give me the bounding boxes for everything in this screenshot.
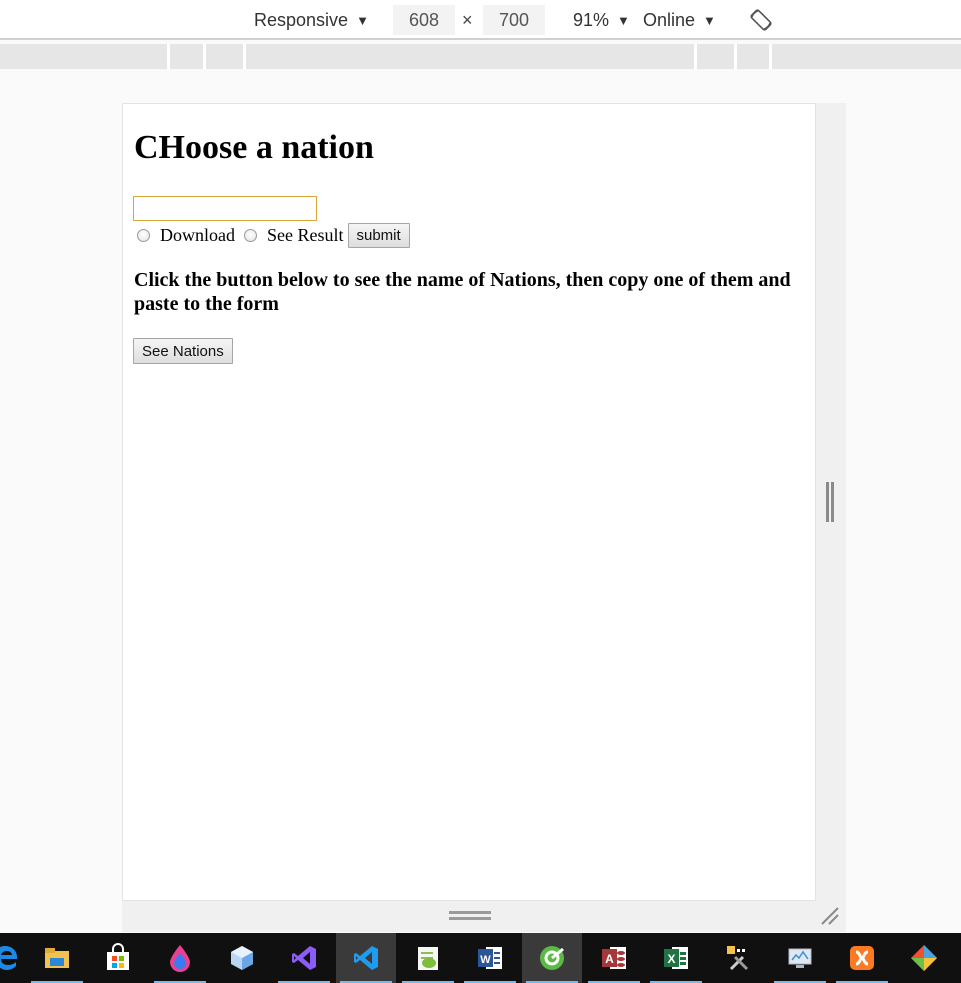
word-icon: W — [478, 947, 502, 969]
throttle-label: Online — [643, 9, 696, 30]
taskbar-app-git[interactable] — [894, 933, 954, 983]
taskbar-app-vscode[interactable] — [336, 933, 396, 983]
page-title: CHoose a nation — [134, 129, 374, 166]
svg-text:A: A — [605, 952, 614, 966]
viewport-width-input[interactable] — [393, 5, 455, 35]
mode-radio-group: Download See Result submit — [137, 222, 410, 248]
taskbar-app-notepad-plus-plus[interactable] — [398, 933, 458, 983]
see-result-radio-label[interactable]: See Result — [267, 225, 344, 246]
taskbar-app-remote-desktop[interactable] — [770, 933, 830, 983]
taskbar-app-tools[interactable] — [708, 933, 768, 983]
tools-icon — [727, 946, 749, 971]
chevron-down-icon: ▼ — [356, 12, 369, 28]
zoom-label: 91% — [573, 9, 610, 30]
chevron-down-icon: ▼ — [703, 12, 716, 28]
see-nations-button[interactable]: See Nations — [133, 338, 233, 364]
throttle-dropdown[interactable]: Online ▼ — [643, 0, 716, 40]
svg-text:X: X — [667, 952, 675, 966]
taskbar-app-browser[interactable] — [522, 933, 582, 983]
device-dropdown[interactable]: Responsive ▼ — [254, 0, 369, 40]
device-label: Responsive — [254, 9, 349, 30]
svg-text:W: W — [480, 954, 491, 966]
taskbar-app-store[interactable] — [88, 933, 148, 983]
notepad-plus-plus-icon — [418, 947, 438, 970]
excel-icon: X — [664, 947, 688, 969]
xampp-icon — [850, 946, 874, 970]
media-query-segment[interactable] — [170, 44, 206, 69]
instructions-heading: Click the button below to see the name o… — [134, 269, 791, 315]
visual-studio-icon — [292, 946, 316, 970]
download-radio[interactable] — [137, 228, 150, 242]
taskbar-app-access[interactable]: A — [584, 933, 644, 983]
zoom-dropdown[interactable]: 91% ▼ — [573, 0, 630, 40]
rotate-icon[interactable] — [749, 8, 773, 32]
media-query-segment[interactable] — [697, 44, 737, 69]
store-icon — [107, 943, 129, 970]
media-query-segment[interactable] — [246, 44, 697, 69]
file-explorer-icon — [45, 948, 69, 968]
media-query-segment[interactable] — [737, 44, 772, 69]
viewport-width-resize-handle[interactable] — [826, 482, 834, 522]
submit-button[interactable]: submit — [347, 222, 410, 248]
edge-icon — [0, 946, 17, 970]
emulated-viewport: CHoose a nation Download See Result subm… — [122, 103, 816, 901]
chevron-down-icon: ▼ — [617, 12, 630, 28]
download-radio-label[interactable]: Download — [160, 225, 235, 246]
media-query-segment[interactable] — [772, 44, 961, 69]
taskbar-app-paint[interactable] — [150, 933, 210, 983]
remote-desktop-icon — [788, 948, 812, 968]
media-query-bar — [0, 44, 961, 69]
device-toolbar: Responsive ▼ × 91% ▼ Online ▼ — [0, 0, 961, 40]
taskbar-app-file-explorer[interactable] — [27, 933, 87, 983]
git-icon — [911, 945, 937, 971]
access-icon: A — [602, 947, 626, 969]
taskbar-app-word[interactable]: W — [460, 933, 520, 983]
3d-box-icon — [231, 946, 253, 970]
nation-input[interactable] — [133, 196, 317, 221]
taskbar-app-3d-viewer[interactable] — [212, 933, 272, 983]
media-query-segment[interactable] — [0, 44, 170, 69]
paint-drop-icon — [170, 945, 190, 972]
taskbar: W A X — [0, 933, 961, 983]
times-icon: × — [462, 9, 473, 30]
media-query-segment[interactable] — [206, 44, 246, 69]
viewport-height-resize-handle[interactable] — [449, 911, 491, 921]
see-result-radio[interactable] — [244, 228, 257, 242]
taskbar-app-xampp[interactable] — [832, 933, 892, 983]
viewport-height-input[interactable] — [483, 5, 545, 35]
taskbar-app-excel[interactable]: X — [646, 933, 706, 983]
browser-icon — [540, 946, 564, 970]
taskbar-app-visual-studio[interactable] — [274, 933, 334, 983]
viewport-corner-resize-icon[interactable] — [818, 904, 842, 928]
vscode-icon — [354, 946, 378, 970]
